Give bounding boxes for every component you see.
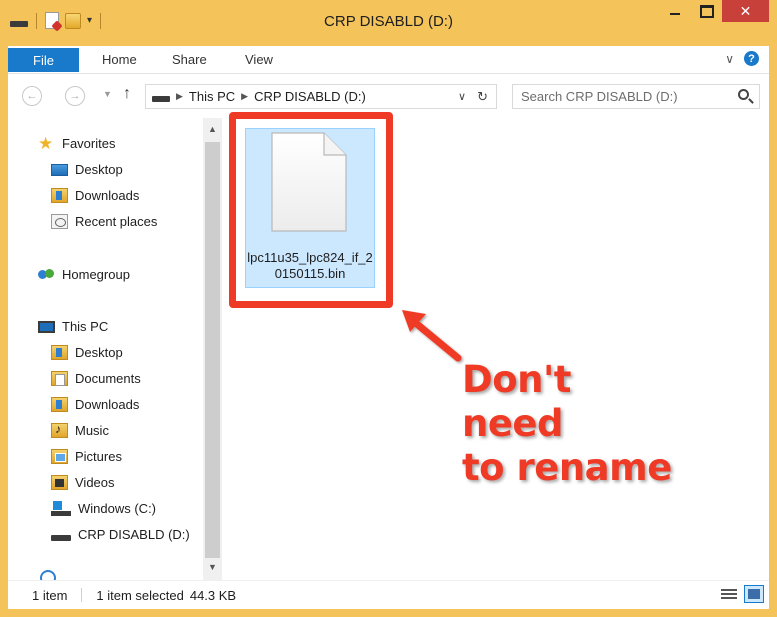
search-input[interactable]: Search CRP DISABLD (D:) xyxy=(512,84,760,109)
item-count: 1 item xyxy=(32,587,68,603)
search-placeholder: Search CRP DISABLD (D:) xyxy=(521,89,678,104)
nav-label: Recent places xyxy=(75,214,158,229)
homegroup-icon xyxy=(38,267,55,282)
status-divider xyxy=(81,588,83,602)
videos-folder-icon xyxy=(51,475,68,490)
back-button[interactable]: ← xyxy=(22,86,42,106)
nav-label: Downloads xyxy=(75,397,140,412)
nav-network-partial[interactable] xyxy=(38,570,56,586)
nav-label: This PC xyxy=(62,319,109,334)
annotation-text: Don't need to rename xyxy=(462,358,682,490)
nav-label: Homegroup xyxy=(62,267,130,282)
downloads-folder-icon xyxy=(51,188,68,203)
breadcrumb-this-pc[interactable]: This PC xyxy=(189,89,235,104)
pictures-folder-icon xyxy=(51,449,68,464)
nav-label: Pictures xyxy=(75,449,122,464)
ribbon-controls: ∨ ? xyxy=(725,51,759,66)
recent-locations-chevron-icon[interactable]: ▼ xyxy=(103,89,112,99)
nav-favorites[interactable]: Favorites xyxy=(38,136,115,151)
nav-pane-scrollbar[interactable]: ▲ ▼ xyxy=(203,118,222,580)
nav-label: Favorites xyxy=(62,136,116,151)
selection-size: 44.3 KB xyxy=(189,587,237,603)
up-arrow-icon[interactable]: ↑ xyxy=(123,85,131,103)
title-bar: ▾ CRP DISABLD (D:) ✕ xyxy=(0,0,777,46)
nav-label: Desktop xyxy=(75,345,123,360)
computer-icon xyxy=(38,320,55,333)
tab-share[interactable]: Share xyxy=(172,52,207,67)
usb-drive-icon xyxy=(51,527,71,542)
drive-icon xyxy=(152,95,170,102)
minimize-button[interactable] xyxy=(662,0,688,22)
nav-recent-places[interactable]: Recent places xyxy=(51,214,157,229)
expand-ribbon-chevron-icon[interactable]: ∨ xyxy=(725,52,734,66)
close-button[interactable]: ✕ xyxy=(722,0,769,22)
help-icon[interactable]: ? xyxy=(744,51,759,66)
window-title: CRP DISABLD (D:) xyxy=(324,13,453,30)
nav-label: Windows (C:) xyxy=(78,501,157,516)
breadcrumb-separator-icon[interactable]: ▶ xyxy=(176,91,183,102)
nav-label: Desktop xyxy=(75,162,123,177)
status-bar: 1 item 1 item selected 44.3 KB xyxy=(8,580,769,609)
nav-pc-videos[interactable]: Videos xyxy=(51,475,115,490)
nav-crp-disabld-drive[interactable]: CRP DISABLD (D:) xyxy=(45,524,196,545)
search-icon[interactable] xyxy=(738,89,749,100)
nav-pc-downloads[interactable]: Downloads xyxy=(51,397,139,412)
desktop-icon xyxy=(51,163,68,176)
nav-favorites-desktop[interactable]: Desktop xyxy=(51,162,123,177)
tab-file[interactable]: File xyxy=(8,48,79,72)
selection-status: 1 item selected xyxy=(96,587,184,603)
nav-this-pc[interactable]: This PC xyxy=(38,319,108,334)
tab-view[interactable]: View xyxy=(245,52,273,67)
annotation-arrow-icon xyxy=(402,310,462,362)
downloads-folder-icon xyxy=(51,397,68,412)
nav-label: CRP DISABLD (D:) xyxy=(78,527,190,542)
star-icon xyxy=(38,136,55,151)
nav-homegroup[interactable]: Homegroup xyxy=(38,267,130,282)
documents-folder-icon xyxy=(51,371,68,386)
refresh-icon[interactable]: ↻ xyxy=(477,89,488,105)
network-icon xyxy=(38,570,56,586)
annotation-highlight-box xyxy=(229,112,393,308)
tab-home[interactable]: Home xyxy=(102,52,137,67)
nav-pc-desktop[interactable]: Desktop xyxy=(51,345,123,360)
annotation-line-2: to rename xyxy=(462,446,672,489)
recent-places-icon xyxy=(51,214,68,229)
nav-label: Documents xyxy=(75,371,141,386)
large-icons-view-icon[interactable] xyxy=(744,585,764,603)
navigation-pane: Favorites Desktop Downloads Recent place… xyxy=(8,118,224,586)
details-view-icon[interactable] xyxy=(721,587,737,601)
windows-drive-icon xyxy=(51,501,71,516)
annotation-line-1: Don't need xyxy=(462,358,572,445)
desktop-folder-icon xyxy=(51,345,68,360)
nav-favorites-downloads[interactable]: Downloads xyxy=(51,188,139,203)
nav-pc-documents[interactable]: Documents xyxy=(51,371,141,386)
nav-label: Music xyxy=(75,423,109,438)
nav-label: Videos xyxy=(75,475,115,490)
breadcrumb-current-drive[interactable]: CRP DISABLD (D:) xyxy=(254,89,366,104)
nav-pc-music[interactable]: Music xyxy=(51,422,109,438)
nav-pc-pictures[interactable]: Pictures xyxy=(51,449,122,464)
breadcrumb-separator-icon[interactable]: ▶ xyxy=(241,91,248,102)
address-bar[interactable]: ▶ This PC ▶ CRP DISABLD (D:) ∨ ↻ xyxy=(145,84,497,109)
scrollbar-thumb[interactable] xyxy=(205,142,220,558)
scroll-up-arrow-icon[interactable]: ▲ xyxy=(203,124,222,138)
maximize-button[interactable] xyxy=(694,0,720,22)
address-dropdown-chevron-icon[interactable]: ∨ xyxy=(458,90,466,103)
forward-button[interactable]: → xyxy=(65,86,85,106)
music-folder-icon xyxy=(51,422,68,438)
nav-label: Downloads xyxy=(75,188,140,203)
scroll-down-arrow-icon[interactable]: ▼ xyxy=(203,562,222,576)
nav-windows-drive[interactable]: Windows (C:) xyxy=(51,501,156,516)
